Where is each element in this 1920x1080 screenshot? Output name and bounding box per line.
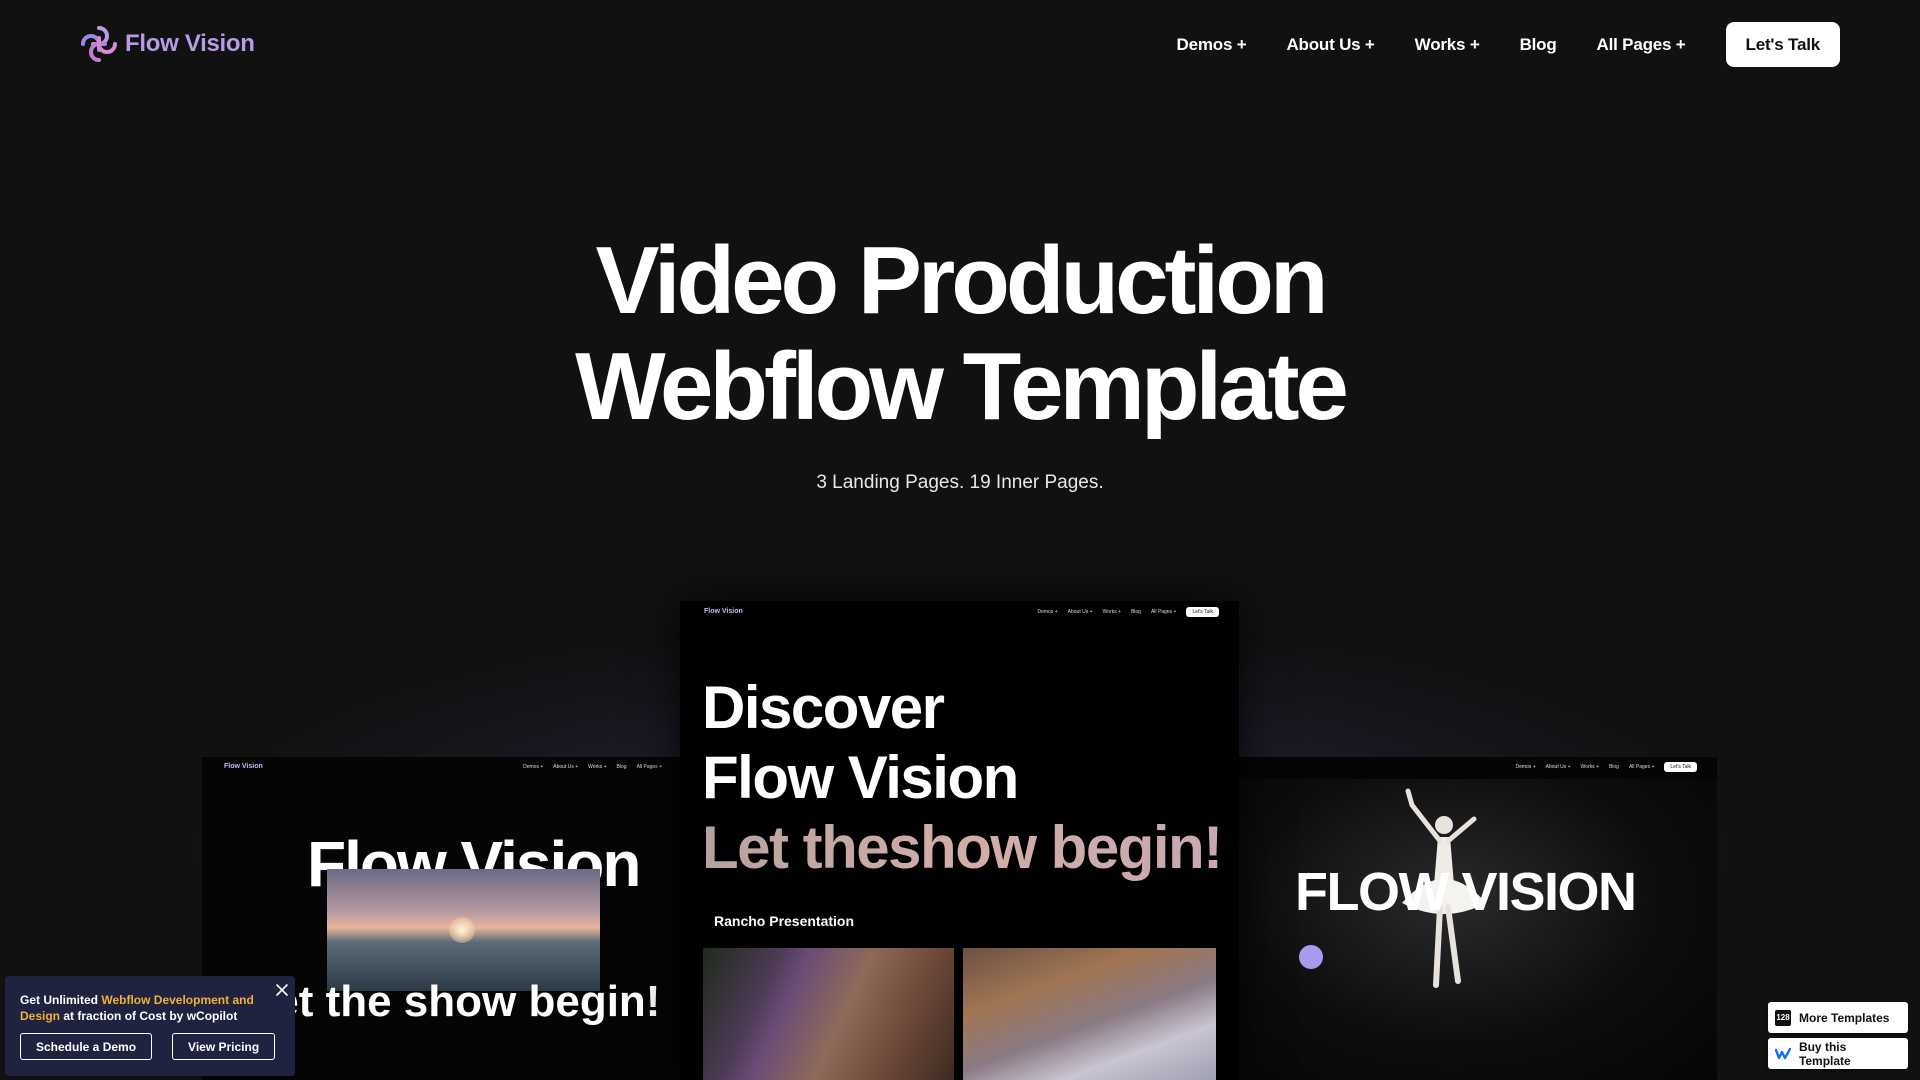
close-icon[interactable] (274, 982, 290, 998)
promo-popup: Get Unlimited Webflow Development and De… (5, 976, 295, 1076)
hero-subtitle: 3 Landing Pages. 19 Inner Pages. (816, 472, 1104, 493)
brand-name: Flow Vision (125, 30, 255, 57)
mini-link: All Pages + (1150, 609, 1177, 615)
promo-text: Get Unlimited Webflow Development and De… (20, 992, 281, 1024)
buy-template-label: Buy this Template (1798, 1039, 1851, 1068)
hero-title-line-1: Video Production (595, 227, 1329, 334)
more-templates-label: More Templates (1799, 1010, 1890, 1025)
top-nav: Flow Vision Demos + About Us + Works + B… (0, 0, 1920, 88)
hero-title-line-2: Webflow Template (575, 333, 1349, 440)
portrait-photo (703, 948, 954, 1080)
promo-text-post: at fraction of Cost by wCopilot (60, 1009, 238, 1023)
mini-cta: Let's Talk (1186, 607, 1219, 617)
preview-left-tagline: let the show begin! (262, 977, 661, 1026)
preview-card-right[interactable]: Demos + About Us + Works + Blog All Page… (1237, 757, 1717, 1080)
mini-link: Blog (1608, 764, 1619, 770)
buy-template-button[interactable]: Buy this Template (1768, 1038, 1908, 1069)
friends-photo (963, 948, 1216, 1080)
brand-logo[interactable]: Flow Vision (79, 24, 255, 64)
promo-text-pre: Get Unlimited (20, 993, 102, 1007)
mini-link: Demos + (523, 764, 544, 770)
mini-links: Demos + About Us + Works + Blog All Page… (523, 764, 662, 770)
promo-buttons: Schedule a Demo View Pricing (20, 1033, 276, 1060)
preview-right-title: FLOW VISION (1295, 862, 1637, 922)
mini-nav: Demos + About Us + Works + Blog All Page… (1237, 757, 1717, 779)
center-line-1: Discover (702, 674, 945, 741)
nav-item-about-us[interactable]: About Us + (1286, 35, 1374, 55)
mini-link: Demos + (1515, 764, 1536, 770)
mini-link: Demos + (1037, 609, 1058, 615)
mini-link: Blog (616, 764, 627, 770)
mini-link: Works + (1102, 609, 1121, 615)
preview-center-title: Discover Flow Vision Let theshow begin! (702, 673, 1223, 883)
mini-links: Demos + About Us + Works + Blog All Page… (1037, 607, 1219, 617)
mini-link: Works + (1580, 764, 1599, 770)
mini-link: All Pages + (636, 764, 662, 770)
flow-vision-logo-icon (81, 26, 117, 62)
mini-link: About Us + (553, 764, 579, 770)
mini-link: All Pages + (1628, 764, 1655, 770)
center-line-2: Flow Vision (702, 744, 1019, 811)
lets-talk-button[interactable]: Let's Talk (1725, 22, 1840, 67)
mini-nav: Flow Vision Demos + About Us + Works + B… (202, 757, 682, 779)
preview-card-center[interactable]: Flow Vision Demos + About Us + Works + B… (680, 601, 1239, 1080)
mini-link: Blog (1130, 609, 1141, 615)
main-menu: Demos + About Us + Works + Blog All Page… (1177, 22, 1840, 67)
mini-link: Works + (588, 764, 607, 770)
mini-cta: Let's Talk (1664, 762, 1697, 772)
nav-item-all-pages[interactable]: All Pages + (1597, 35, 1686, 55)
mini-nav: Flow Vision Demos + About Us + Works + B… (680, 601, 1239, 627)
nav-item-works[interactable]: Works + (1415, 35, 1480, 55)
mini-link: About Us + (1545, 764, 1571, 770)
mini-link: About Us + (1067, 609, 1093, 615)
mini-links: Demos + About Us + Works + Blog All Page… (1515, 762, 1697, 772)
nav-item-demos[interactable]: Demos + (1177, 35, 1247, 55)
nav-item-blog[interactable]: Blog (1520, 35, 1557, 55)
hero-title: Video Production Webflow Template (0, 228, 1920, 440)
webflow-w-icon (1775, 1047, 1791, 1059)
preview-center-subheading: Rancho Presentation (714, 913, 855, 929)
mini-logo: Flow Vision (704, 608, 743, 615)
view-pricing-button[interactable]: View Pricing (172, 1033, 276, 1060)
more-templates-button[interactable]: 128 More Templates (1768, 1002, 1908, 1033)
play-dot (1299, 945, 1323, 969)
mini-logo: Flow Vision (224, 763, 263, 770)
schedule-demo-button[interactable]: Schedule a Demo (20, 1033, 153, 1060)
sunset-image (327, 869, 600, 991)
templates-count-badge: 128 (1775, 1009, 1791, 1026)
sun-glow (449, 917, 475, 943)
center-line-3: Let theshow begin! (702, 814, 1223, 881)
